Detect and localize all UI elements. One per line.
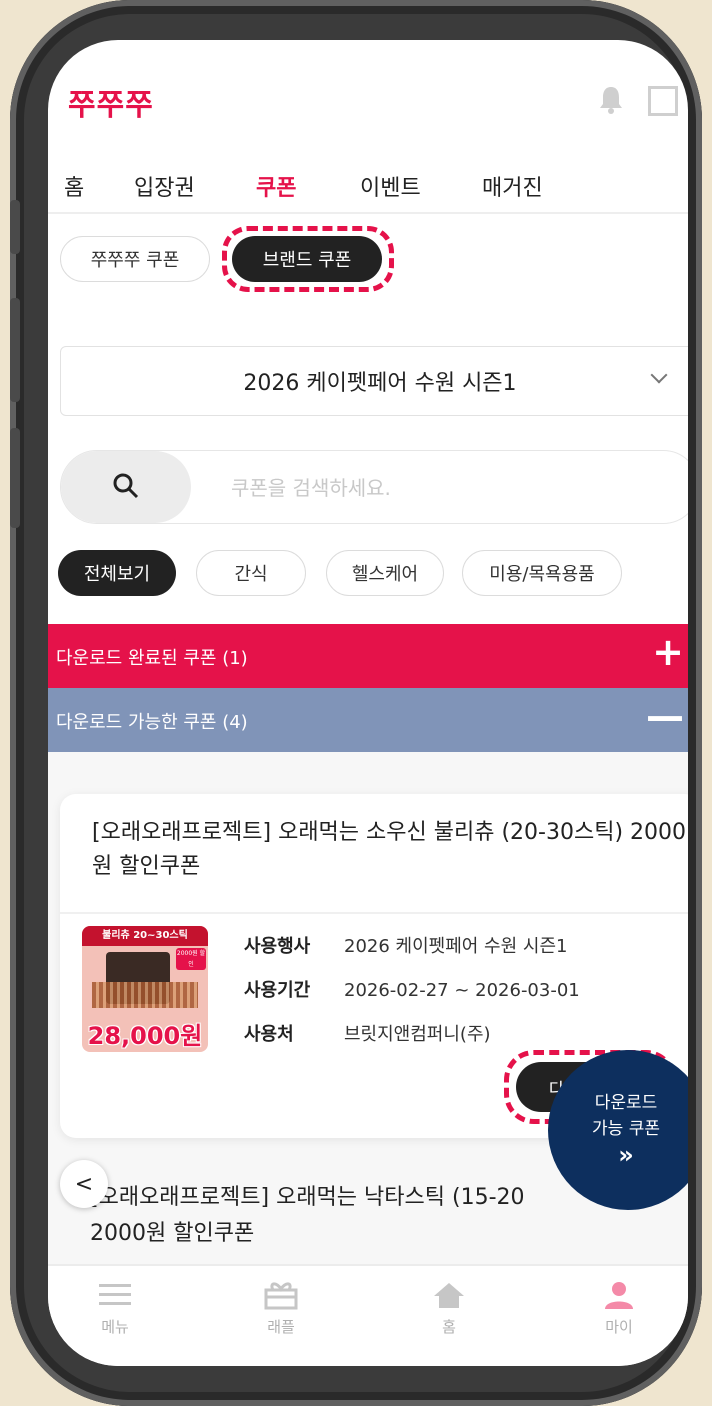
home-icon [434,1283,464,1308]
person-icon [605,1282,633,1309]
downloaded-coupons-label: 다운로드 완료된 쿠폰 (1) [56,648,248,669]
search-input[interactable] [229,469,633,507]
tabbar-menu-label: 메뉴 [101,1318,129,1336]
thumb-sticks [92,982,198,1008]
coupon-title-2-line2: 2000원 할인쿠폰 [90,1221,255,1246]
tabbar-home-label: 홈 [442,1318,456,1336]
coupon-event-value: 2026 케이펫페어 수원 시즌1 [344,936,568,957]
coupon-title-2-line1: [오래오래프로젝트] 오래먹는 낙타스틱 (15-20 [90,1185,525,1210]
fab-line1: 다운로드 [594,1093,658,1113]
fab-line2: 가능 쿠폰 [592,1119,660,1139]
bell-icon[interactable] [598,84,624,114]
coupon-product-image: 불리츄 20~30스틱 2000원 할인 28,000원 [82,926,208,1052]
gift-icon [264,1282,298,1310]
coupon-store-label: 사용처 [244,1024,294,1045]
coupon-title-2: [오래오래프로젝트] 오래먹는 낙타스틱 (15-20 2000원 할인쿠폰 [90,1180,560,1252]
coupon-type-house[interactable]: 쭈쭈쭈 쿠폰 [60,236,210,282]
tabbar-raffle-label: 래플 [267,1318,295,1336]
main-nav: 홈 입장권 쿠폰 이벤트 매거진 [48,160,688,214]
available-coupons-header[interactable]: 다운로드 가능한 쿠폰 (4) — [48,688,688,752]
highlight-brand-coupon [222,226,394,292]
coupon-period-label: 사용기간 [244,980,311,1001]
event-select-value: 2026 케이펫페어 수원 시즌1 [243,371,517,396]
search-button[interactable] [61,451,191,523]
tab-coupons[interactable]: 쿠폰 [256,170,296,202]
tab-events[interactable]: 이벤트 [360,170,421,202]
bottom-tab-bar: 메뉴 래플 홈 마이 [48,1264,688,1366]
chevron-down-icon [650,366,668,384]
search-icon [113,473,139,499]
coupon-store-value: 브릿지앤컴퍼니(주) [344,1024,491,1045]
phone-side-button [10,200,20,254]
tabbar-menu[interactable]: 메뉴 [70,1280,160,1360]
thumb-price: 28,000원 [87,1022,203,1050]
phone-volume-up [10,298,20,402]
category-grooming[interactable]: 미용/목욕용품 [462,550,622,596]
coupon-store-row: 사용처 브릿지앤컴퍼니(주) [244,1020,491,1046]
tab-tickets[interactable]: 입장권 [134,170,195,202]
tab-magazine[interactable]: 매거진 [482,170,543,202]
coupon-period-row: 사용기간 2026-02-27 ~ 2026-03-01 [244,976,580,1002]
phone-volume-down [10,428,20,528]
category-healthcare[interactable]: 헬스케어 [326,550,444,596]
header-icons [598,84,688,124]
app-screen: 쭈쭈쭈 홈 입장권 쿠폰 이벤트 매거진 쭈쭈쭈 쿠폰 브랜드 쿠폰 2026 … [48,40,688,1366]
category-snack[interactable]: 간식 [196,550,306,596]
app-logo[interactable]: 쭈쭈쭈 [68,80,154,124]
coupon-title: [오래오래프로젝트] 오래먹는 소우신 불리츄 (20-30스틱) 2000원 … [92,820,687,879]
back-button[interactable]: < [60,1160,108,1208]
minus-icon: — [646,694,684,738]
thumb-badge: 2000원 할인 [176,948,206,970]
coupon-event-label: 사용행사 [244,936,311,957]
qr-icon[interactable] [648,86,678,116]
tabbar-home[interactable]: 홈 [404,1280,494,1360]
downloaded-coupons-header[interactable]: 다운로드 완료된 쿠폰 (1) + [48,624,688,688]
card-divider [60,912,688,914]
menu-icon [99,1284,131,1305]
tabbar-my[interactable]: 마이 [574,1280,664,1360]
tabbar-raffle[interactable]: 래플 [236,1280,326,1360]
coupon-event-row: 사용행사 2026 케이펫페어 수원 시즌1 [244,932,567,958]
event-select[interactable]: 2026 케이펫페어 수원 시즌1 [60,346,688,416]
coupon-period-value: 2026-02-27 ~ 2026-03-01 [344,980,580,1001]
tab-home[interactable]: 홈 [64,170,84,202]
chevron-left-icon: < [74,1171,94,1197]
plus-icon: + [652,630,684,674]
available-coupons-label: 다운로드 가능한 쿠폰 (4) [56,712,248,733]
double-chevron-icon: » [618,1141,634,1169]
thumb-banner: 불리츄 20~30스틱 [82,926,208,946]
tabbar-my-label: 마이 [605,1318,633,1336]
fab-text: 다운로드 가능 쿠폰 » [586,1090,666,1168]
category-all[interactable]: 전체보기 [58,550,176,596]
search-bar [60,450,688,524]
